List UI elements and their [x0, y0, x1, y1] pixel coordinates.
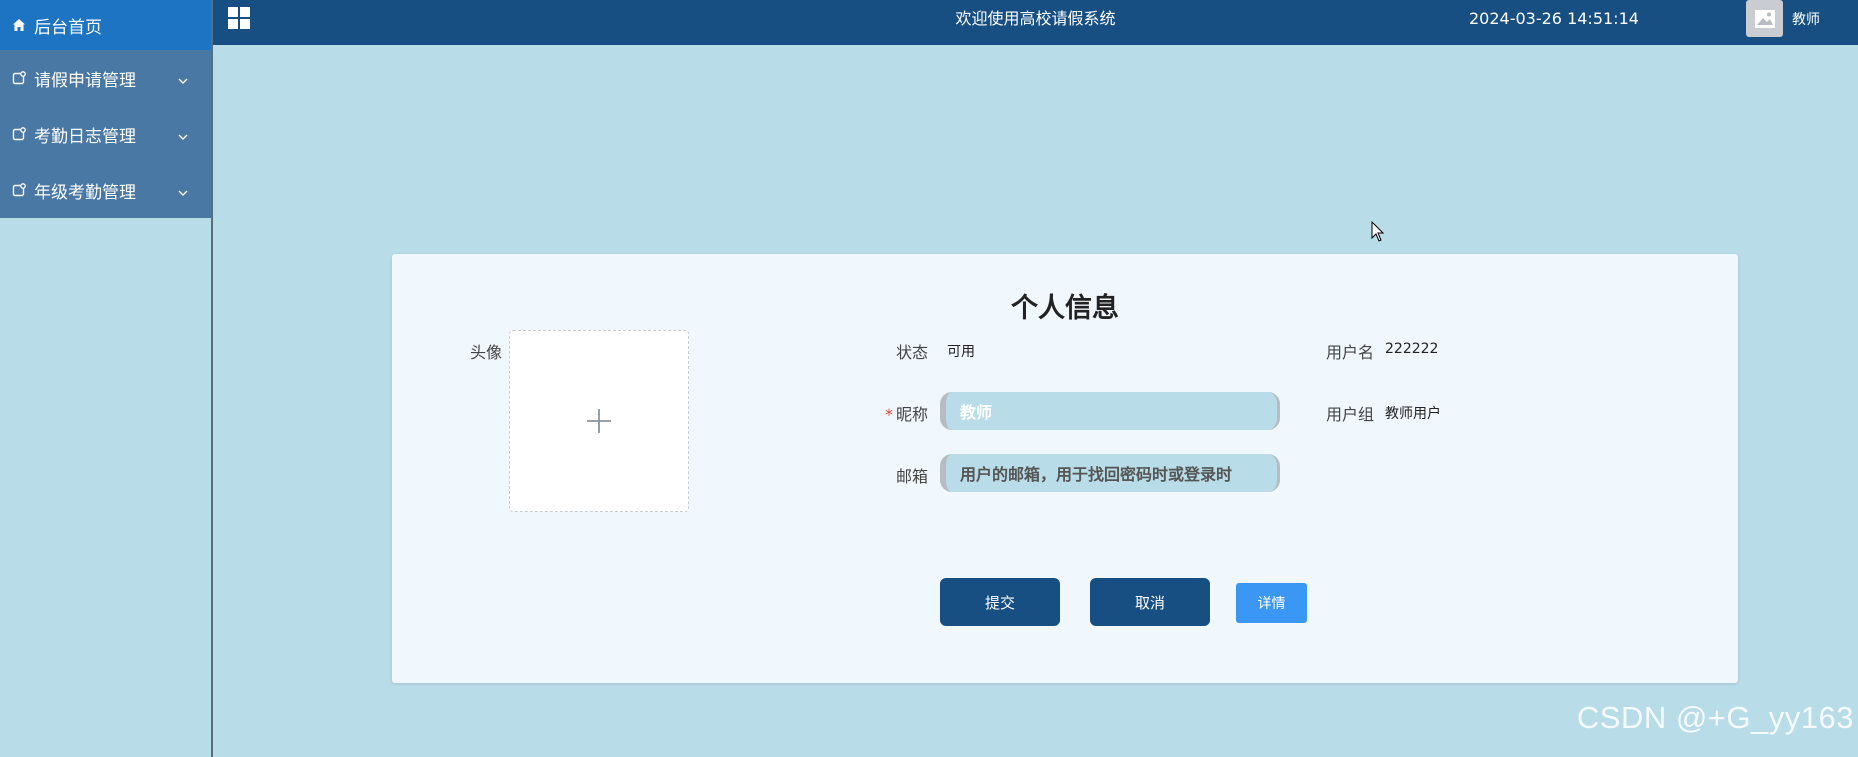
avatar-upload[interactable]	[509, 330, 689, 512]
menu-doc-icon	[12, 127, 26, 141]
avatar-label: 头像	[469, 343, 502, 362]
watermark: CSDN @+G_yy163	[1576, 700, 1854, 735]
sidebar-item-attendance-log[interactable]: 考勤日志管理	[0, 106, 211, 162]
image-icon	[1754, 9, 1775, 28]
cancel-button[interactable]: 取消	[1090, 578, 1210, 626]
user-name[interactable]: 教师	[1792, 0, 1820, 40]
sidebar-item-grade-attendance[interactable]: 年级考勤管理	[0, 162, 211, 218]
nickname-input[interactable]	[940, 392, 1280, 430]
menu-doc-icon	[12, 183, 26, 197]
required-mark: *	[884, 405, 893, 424]
sidebar-item-label: 请假申请管理	[34, 70, 136, 91]
profile-card: 个人信息 头像 状态 可用 用户名 222222 *昵称 用户组 教师用户 邮箱…	[392, 254, 1738, 683]
home-icon	[12, 18, 26, 32]
sidebar-item-label: 后台首页	[34, 17, 102, 38]
sidebar-item-leave-application[interactable]: 请假申请管理	[0, 50, 211, 106]
plus-icon	[585, 407, 613, 435]
sidebar-item-label: 年级考勤管理	[34, 182, 136, 203]
nickname-label: * 昵称	[852, 401, 928, 425]
nickname-label-text: 昵称	[895, 405, 928, 424]
mouse-cursor-icon	[1371, 221, 1385, 242]
sidebar-item-label: 考勤日志管理	[34, 126, 136, 147]
sidebar-item-home[interactable]: 后台首页	[0, 0, 211, 50]
status-value: 可用	[947, 344, 975, 360]
top-header: 欢迎使用高校请假系统 2024-03-26 14:51:14 教师	[213, 0, 1858, 45]
username-label: 用户名	[1325, 343, 1374, 362]
sidebar: 后台首页 请假申请管理 考勤日志管理 年级考勤管理	[0, 0, 213, 757]
menu-doc-icon	[12, 71, 26, 85]
usergroup-label: 用户组	[1325, 405, 1374, 424]
username-value: 222222	[1385, 341, 1439, 357]
avatar[interactable]	[1746, 0, 1783, 37]
submit-button[interactable]: 提交	[940, 578, 1060, 626]
current-datetime: 2024-03-26 14:51:14	[1469, 9, 1639, 28]
chevron-down-icon	[177, 184, 189, 196]
usergroup-value: 教师用户	[1385, 406, 1441, 422]
details-button[interactable]: 详情	[1236, 583, 1307, 623]
status-label: 状态	[895, 343, 928, 362]
chevron-down-icon	[177, 128, 189, 140]
email-input[interactable]	[940, 454, 1280, 492]
page-title: 个人信息	[1011, 293, 1119, 324]
email-label: 邮箱	[895, 467, 928, 486]
chevron-down-icon	[177, 72, 189, 84]
